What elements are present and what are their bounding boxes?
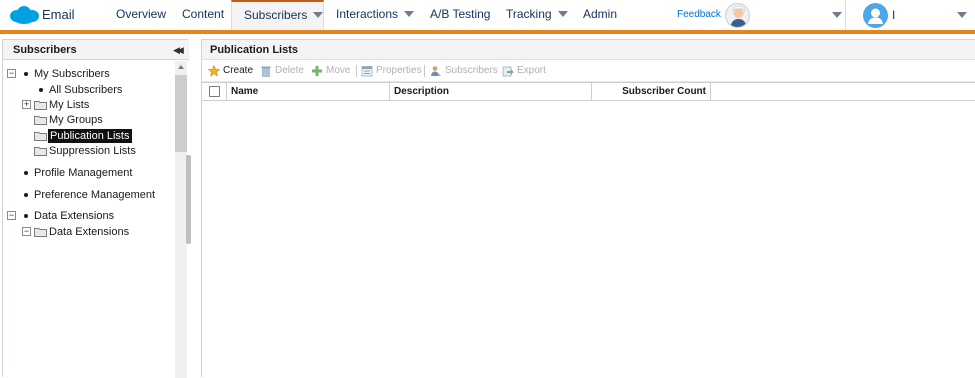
tree-node-my-subscribers: − My Subscribers	[3, 67, 173, 81]
collapse-panel-icon[interactable]: ◀◀	[173, 45, 184, 56]
bullet-icon	[24, 72, 28, 76]
tree-label[interactable]: My Lists	[49, 98, 89, 112]
properties-icon	[361, 66, 373, 77]
bullet-icon	[24, 171, 28, 175]
delete-button[interactable]: Delete	[260, 64, 304, 78]
bullet-icon	[39, 88, 43, 92]
expand-icon[interactable]: +	[22, 100, 31, 109]
panel-header: Publication Lists	[202, 40, 975, 60]
chevron-down-icon	[557, 11, 568, 17]
tree-node-suppression-lists: Suppression Lists	[3, 144, 173, 158]
feedback-link[interactable]: Feedback	[677, 9, 721, 20]
move-label: Move	[326, 65, 351, 76]
subscribers-button[interactable]: Subscribers	[430, 64, 498, 78]
panel-title: Subscribers	[13, 44, 77, 56]
properties-label: Properties	[376, 65, 422, 76]
column-header-subscriber-count[interactable]: Subscriber Count	[592, 83, 711, 100]
nav-interactions-label: Interactions	[336, 7, 399, 21]
create-button[interactable]: Create	[208, 64, 254, 78]
properties-button[interactable]: Properties	[361, 64, 422, 78]
accent-bar	[0, 30, 975, 34]
tree-label[interactable]: Suppression Lists	[49, 144, 136, 158]
move-button[interactable]: Move	[311, 64, 353, 78]
tree-node-all-subscribers: All Subscribers	[3, 83, 173, 97]
toolbar-divider	[356, 65, 357, 77]
chevron-down-icon	[404, 11, 415, 17]
folder-icon	[34, 228, 47, 237]
subscribers-tree-panel: Subscribers ◀◀ − My Subscribers All Subs…	[2, 39, 189, 378]
scroll-up-arrow-icon[interactable]	[178, 65, 184, 69]
folder-icon	[34, 101, 47, 110]
collapse-icon[interactable]: −	[7, 69, 16, 78]
tree-node-data-extensions-folder: − Data Extensions	[3, 225, 173, 239]
move-plus-icon	[312, 66, 322, 76]
panel-header: Subscribers ◀◀	[3, 40, 189, 60]
tree-node-publication-lists: Publication Lists	[3, 129, 173, 143]
tree-label[interactable]: All Subscribers	[49, 83, 122, 97]
toolbar: Create Delete Move Properties Subscriber…	[202, 60, 975, 82]
export-label: Export	[517, 65, 546, 76]
chevron-down-icon[interactable]	[832, 12, 842, 18]
tree-node-preference-management: Preference Management	[3, 188, 173, 202]
user-avatar-icon[interactable]	[863, 3, 888, 28]
toolbar-divider	[424, 65, 425, 77]
top-navigation-bar: Email Overview Content Subscribers Inter…	[0, 0, 975, 31]
tree-label[interactable]: Data Extensions	[49, 225, 129, 239]
nav-admin[interactable]: Admin	[583, 0, 617, 30]
nav-subscribers-label: Subscribers	[244, 8, 308, 22]
tree-label[interactable]: My Subscribers	[34, 67, 110, 81]
panel-title: Publication Lists	[210, 44, 299, 56]
trash-icon	[261, 66, 271, 77]
tree-label[interactable]: Preference Management	[34, 188, 155, 202]
app-name: Email	[42, 7, 75, 22]
export-button[interactable]: Export	[502, 64, 548, 78]
scrollbar-thumb[interactable]	[175, 75, 187, 152]
panel-resize-handle[interactable]	[186, 155, 191, 244]
collapse-icon[interactable]: −	[22, 227, 31, 236]
chevron-down-icon[interactable]	[957, 12, 967, 18]
publication-lists-panel: Publication Lists Create Delete Move Pro…	[201, 39, 975, 378]
einstein-avatar-icon[interactable]	[725, 3, 750, 28]
create-label: Create	[223, 65, 254, 76]
tree-label-selected[interactable]: Publication Lists	[48, 129, 132, 143]
bullet-icon	[24, 193, 28, 197]
chevron-down-icon	[313, 12, 324, 18]
nav-tracking[interactable]: Tracking	[506, 0, 568, 30]
folder-icon	[34, 116, 47, 125]
column-header-name[interactable]: Name	[227, 83, 390, 100]
select-all-column	[202, 83, 227, 100]
delete-label: Delete	[275, 65, 304, 76]
nav-ab-testing[interactable]: A/B Testing	[430, 0, 490, 30]
nav-content[interactable]: Content	[182, 0, 224, 30]
nav-interactions[interactable]: Interactions	[336, 0, 415, 30]
tree-node-data-extensions: − Data Extensions	[3, 209, 173, 223]
tree-label[interactable]: My Groups	[49, 113, 103, 127]
tree-node-profile-management: Profile Management	[3, 166, 173, 180]
subscribers-label: Subscribers	[445, 65, 498, 76]
collapse-icon[interactable]: −	[7, 211, 16, 220]
tree-label[interactable]: Data Extensions	[34, 209, 114, 223]
tree-node-my-lists: + My Lists	[3, 98, 173, 112]
table-header: Name Description Subscriber Count	[202, 82, 975, 101]
nav-divider	[845, 0, 846, 30]
create-star-icon	[208, 65, 220, 77]
column-header-description[interactable]: Description	[390, 83, 592, 100]
nav-tracking-label: Tracking	[506, 7, 552, 21]
salesforce-cloud-logo	[10, 6, 39, 24]
table-body	[202, 101, 975, 378]
nav-subscribers[interactable]: Subscribers	[231, 0, 324, 30]
export-icon	[502, 66, 514, 77]
select-all-checkbox[interactable]	[209, 86, 220, 97]
bullet-icon	[24, 214, 28, 218]
subscribers-icon	[431, 66, 441, 76]
folder-icon	[34, 132, 47, 141]
user-name[interactable]: I	[892, 8, 895, 22]
tree-label[interactable]: Profile Management	[34, 166, 132, 180]
tree-node-my-groups: My Groups	[3, 113, 173, 127]
folder-icon	[34, 147, 47, 156]
nav-overview[interactable]: Overview	[116, 0, 166, 30]
